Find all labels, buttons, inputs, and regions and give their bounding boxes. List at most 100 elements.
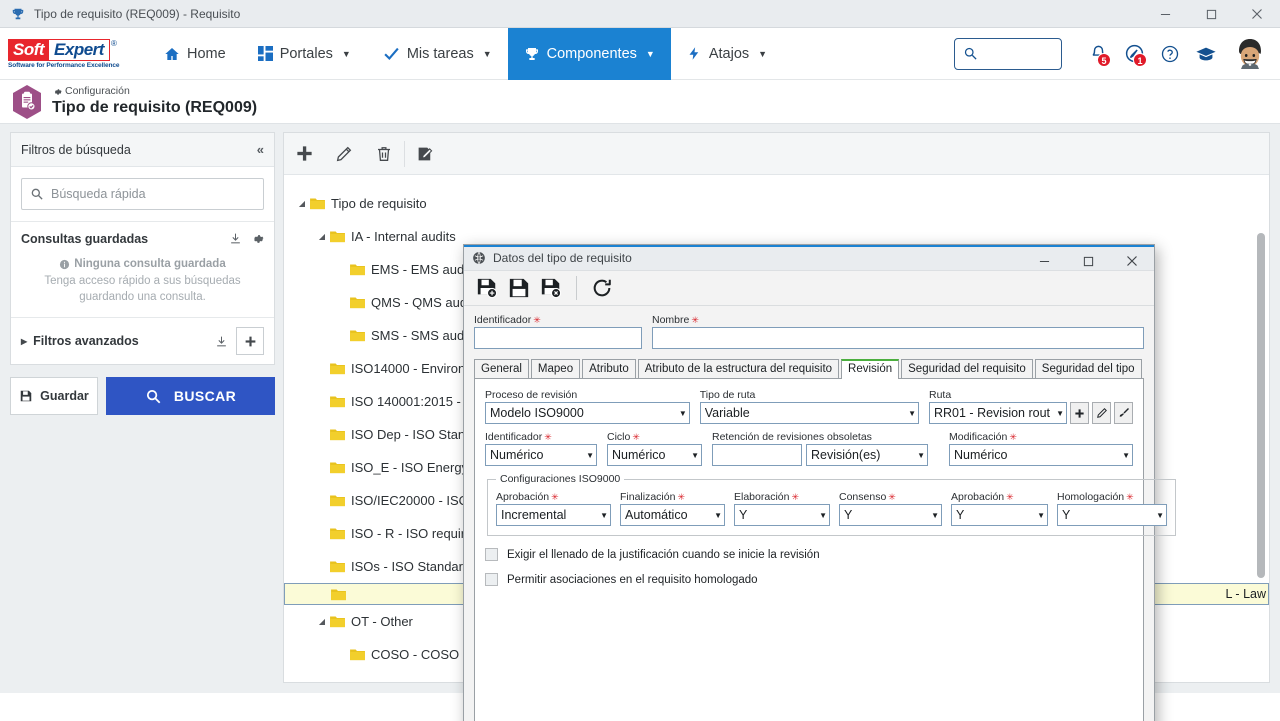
tree-item-0[interactable]: ◢ Tipo de requisito xyxy=(284,187,1269,220)
save-and-close-button[interactable] xyxy=(536,273,566,303)
tree-item-label: ISOs - ISO Standards xyxy=(351,559,477,574)
edit-note-button[interactable] xyxy=(405,133,445,175)
saved-queries-empty: Ninguna consulta guardada xyxy=(21,258,264,270)
window-minimize-button[interactable] xyxy=(1142,0,1188,28)
add-filter-button[interactable] xyxy=(236,327,264,356)
globe-icon xyxy=(472,251,486,265)
proceso-revision-select[interactable]: Modelo ISO9000 ▼ xyxy=(485,402,690,424)
iso-homologacion-select[interactable]: Y ▼ xyxy=(1057,504,1167,526)
gear-icon[interactable] xyxy=(250,232,264,246)
dialog-title: Datos del tipo de requisito xyxy=(493,251,632,266)
help-button[interactable] xyxy=(1152,34,1188,74)
retencion-input[interactable] xyxy=(712,444,802,466)
notifications-button[interactable]: 5 xyxy=(1080,34,1116,74)
revision-row-1: Proceso de revisión Modelo ISO9000 ▼ Tip… xyxy=(485,389,1133,424)
user-avatar[interactable] xyxy=(1230,33,1270,74)
expander-icon[interactable]: ◢ xyxy=(314,232,330,241)
tab-atributo[interactable]: Atributo xyxy=(582,359,636,378)
folder-icon xyxy=(330,428,345,441)
identificador-input[interactable] xyxy=(474,327,642,349)
refresh-button[interactable] xyxy=(587,273,617,303)
clear-route-button[interactable] xyxy=(1114,402,1133,424)
tab-seguridad-requisito[interactable]: Seguridad del requisito xyxy=(901,359,1033,378)
tipo-ruta-value: Variable xyxy=(704,406,750,420)
import-query-icon[interactable] xyxy=(229,232,242,246)
navbar-right-tools: 5 1 xyxy=(954,33,1280,74)
folder-icon xyxy=(350,681,365,682)
edit-route-button[interactable] xyxy=(1092,402,1111,424)
checkbox-row-asociaciones[interactable]: Permitir asociaciones en el requisito ho… xyxy=(485,573,1133,586)
search-button-label: BUSCAR xyxy=(173,388,237,405)
dialog-minimize-button[interactable] xyxy=(1022,247,1066,276)
quick-search-input[interactable]: Búsqueda rápida xyxy=(21,178,264,210)
academy-button[interactable] xyxy=(1188,34,1224,74)
tab-atributo-estructura[interactable]: Atributo de la estructura del requisito xyxy=(637,359,840,378)
add-route-button[interactable] xyxy=(1070,402,1089,424)
iso-elaboracion-label: Elaboración xyxy=(734,491,790,503)
tipo-ruta-select[interactable]: Variable ▼ xyxy=(699,402,919,424)
add-button[interactable] xyxy=(284,133,324,175)
nav-item-mis-tareas[interactable]: Mis tareas ▼ xyxy=(367,28,508,80)
dialog-titlebar[interactable]: Datos del tipo de requisito xyxy=(464,246,1154,271)
nombre-input[interactable] xyxy=(652,327,1144,349)
trophy-icon xyxy=(10,6,26,22)
dialog-maximize-button[interactable] xyxy=(1066,247,1110,276)
collapse-panel-button[interactable]: « xyxy=(257,142,264,157)
app-navbar: Soft Expert ® Software for Performance E… xyxy=(0,27,1280,80)
iso-aprobacion2-select[interactable]: Y ▼ xyxy=(951,504,1048,526)
iso-finalizacion-select[interactable]: Automático ▼ xyxy=(620,504,725,526)
required-icon: ✳ xyxy=(1009,431,1017,442)
tipo-ruta-field: Tipo de ruta Variable ▼ xyxy=(699,389,919,424)
floppy-icon xyxy=(19,389,33,403)
page-header: Configuración Tipo de requisito (REQ009) xyxy=(0,80,1280,124)
window-close-button[interactable] xyxy=(1234,0,1280,28)
checkbox-row-justificacion[interactable]: Exigir el llenado de la justificación cu… xyxy=(485,548,1133,561)
revision-tab-pane: Proceso de revisión Modelo ISO9000 ▼ Tip… xyxy=(474,379,1176,721)
save-button[interactable] xyxy=(504,273,534,303)
window-maximize-button[interactable] xyxy=(1188,0,1234,28)
chevron-down-icon: ▼ xyxy=(931,510,939,520)
tree-item-label: IA - Internal audits xyxy=(351,229,456,244)
ciclo-select[interactable]: Numérico ▼ xyxy=(607,444,702,466)
ciclo-value: Numérico xyxy=(612,448,666,462)
tab-revision[interactable]: Revisión xyxy=(841,359,900,379)
expander-icon[interactable]: ◢ xyxy=(314,617,330,626)
retencion-unit-select[interactable]: Revisión(es) ▼ xyxy=(806,444,928,466)
identificador-tipo-select[interactable]: Numérico ▼ xyxy=(485,444,597,466)
global-search-input[interactable] xyxy=(954,37,1062,70)
save-and-new-button[interactable] xyxy=(472,273,502,303)
chevron-down-icon: ▼ xyxy=(1156,510,1164,520)
nav-item-componentes[interactable]: Componentes ▼ xyxy=(507,27,671,80)
trophy-icon xyxy=(524,46,540,62)
tab-mapeo[interactable]: Mapeo xyxy=(530,359,581,378)
nav-item-portales[interactable]: Portales ▼ xyxy=(242,28,367,80)
search-button[interactable]: BUSCAR xyxy=(106,377,275,416)
tree-scrollbar[interactable] xyxy=(1257,233,1265,578)
save-query-button[interactable]: Guardar xyxy=(10,377,98,416)
nav-item-atajos[interactable]: Atajos ▼ xyxy=(671,28,783,80)
tab-seguridad-tipo[interactable]: Seguridad del tipo xyxy=(1034,359,1142,378)
clear-filters-icon[interactable] xyxy=(215,335,228,348)
search-icon xyxy=(963,46,978,61)
iso-elaboracion-select[interactable]: Y ▼ xyxy=(734,504,830,526)
pending-tasks-button[interactable]: 1 xyxy=(1116,34,1152,74)
ruta-select[interactable]: RR01 - Revision rout ▼ xyxy=(929,402,1067,424)
asociaciones-checkbox[interactable] xyxy=(485,573,498,586)
dialog-close-button[interactable] xyxy=(1110,247,1154,276)
iso-aprobacion-select[interactable]: Incremental ▼ xyxy=(496,504,611,526)
tab-label: Revisión xyxy=(848,363,893,375)
advanced-filters-row[interactable]: ▶ Filtros avanzados xyxy=(11,318,274,364)
nav-item-home[interactable]: Home xyxy=(148,28,242,80)
tab-general[interactable]: General xyxy=(474,359,529,378)
modificacion-select[interactable]: Numérico ▼ xyxy=(949,444,1133,466)
softexpert-logo[interactable]: Soft Expert ® Software for Performance E… xyxy=(8,38,130,69)
justificacion-checkbox[interactable] xyxy=(485,548,498,561)
retencion-label: Retención de revisiones obsoletas xyxy=(712,431,872,443)
iso-aprobacion2-field: Aprobación ✳ Y ▼ xyxy=(951,491,1048,526)
chevron-down-icon: ▼ xyxy=(819,510,827,520)
chevron-down-icon: ▼ xyxy=(714,510,722,520)
expander-icon[interactable]: ◢ xyxy=(294,199,310,208)
delete-button[interactable] xyxy=(364,133,404,175)
edit-button[interactable] xyxy=(324,133,364,175)
iso-consenso-select[interactable]: Y ▼ xyxy=(839,504,942,526)
